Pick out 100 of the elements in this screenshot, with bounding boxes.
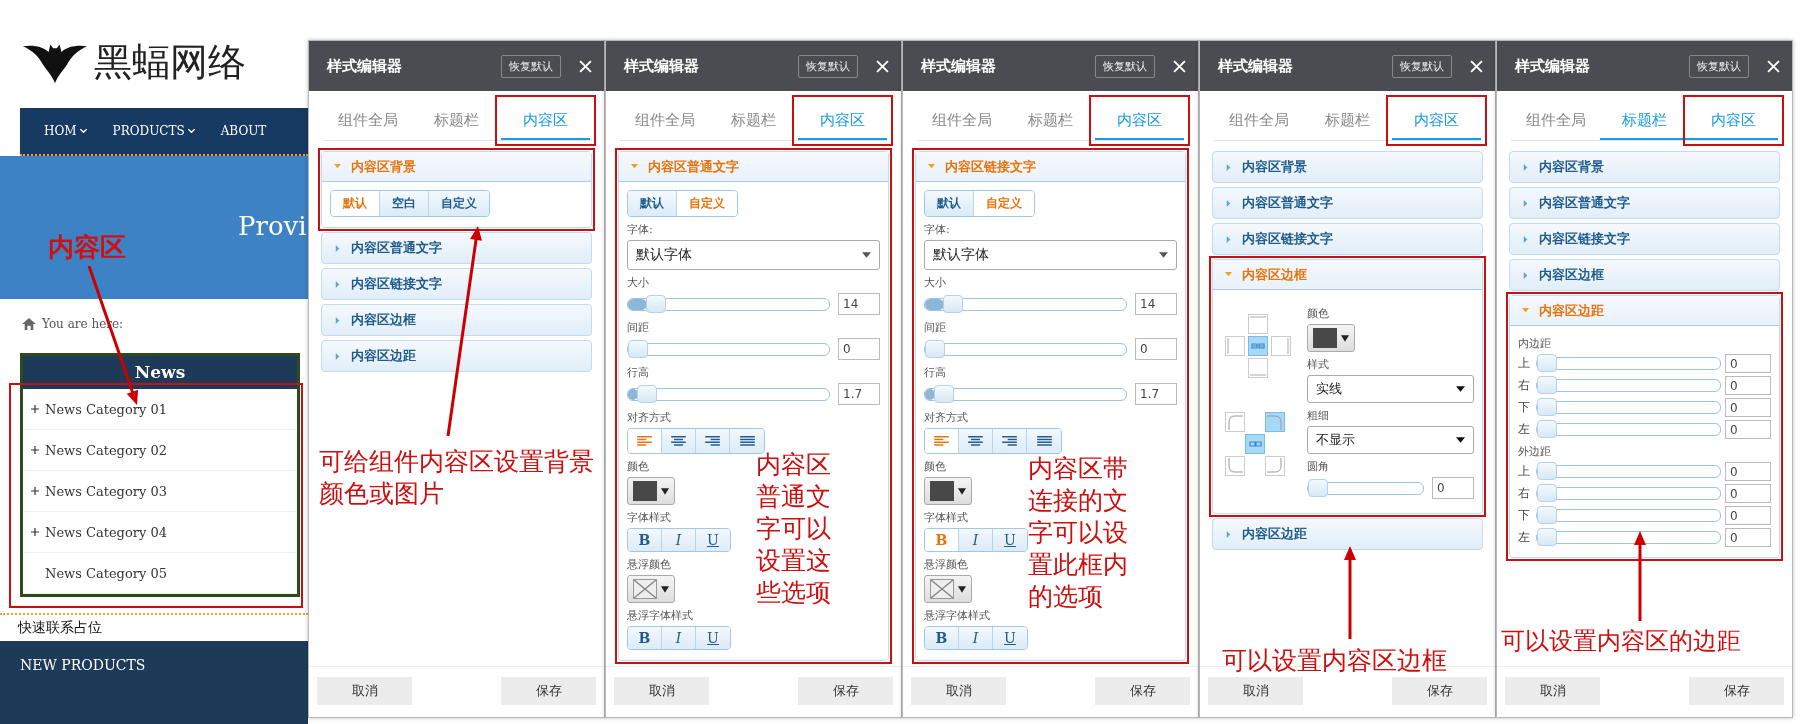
close-icon[interactable]: [1767, 59, 1780, 73]
slider-track[interactable]: [1536, 423, 1721, 436]
slider-thumb[interactable]: [1537, 462, 1557, 480]
section-header[interactable]: 内容区边框: [1510, 260, 1779, 290]
section-header[interactable]: 内容区链接文字: [1213, 224, 1482, 254]
tab[interactable]: 标题栏: [1006, 101, 1095, 140]
news-category-link[interactable]: News Category 04: [23, 512, 297, 553]
slider-thumb[interactable]: [1537, 506, 1557, 524]
value-field[interactable]: 0: [1725, 462, 1771, 481]
slider-thumb[interactable]: [636, 384, 657, 403]
option-button[interactable]: 空白: [380, 191, 429, 216]
value-field[interactable]: 0: [1432, 477, 1474, 499]
slider-track[interactable]: [627, 387, 830, 401]
slider-track[interactable]: [1536, 509, 1721, 522]
close-icon[interactable]: [579, 59, 592, 73]
save-button[interactable]: 保存: [798, 677, 893, 705]
slider-thumb[interactable]: [1537, 354, 1557, 372]
save-button[interactable]: 保存: [1095, 677, 1190, 705]
border-width-dropdown[interactable]: 不显示: [1307, 426, 1474, 454]
reset-button[interactable]: 恢复默认: [1095, 54, 1155, 78]
corner-picker-drawing[interactable]: [1225, 412, 1285, 476]
value-field[interactable]: 0: [1135, 338, 1177, 360]
cancel-button[interactable]: 取消: [1208, 677, 1303, 705]
value-field[interactable]: 1.7: [838, 383, 880, 405]
slider-track[interactable]: [1536, 465, 1721, 478]
tab[interactable]: 组件全局: [1214, 101, 1303, 140]
option-button[interactable]: 默认: [925, 191, 974, 216]
cancel-button[interactable]: 取消: [1505, 677, 1600, 705]
tab[interactable]: 组件全局: [620, 101, 709, 140]
font-dropdown[interactable]: 默认字体: [924, 240, 1177, 270]
slider-track[interactable]: [627, 297, 830, 311]
tab[interactable]: 组件全局: [323, 101, 412, 140]
save-button[interactable]: 保存: [1392, 677, 1487, 705]
slider-track[interactable]: [1536, 487, 1721, 500]
section-header[interactable]: 内容区边框: [322, 305, 591, 335]
reset-button[interactable]: 恢复默认: [501, 54, 561, 78]
reset-button[interactable]: 恢复默认: [1392, 54, 1452, 78]
slider-track[interactable]: [627, 342, 830, 356]
slider-thumb[interactable]: [1537, 376, 1557, 394]
align-button[interactable]: [959, 429, 993, 453]
border-side-picker-drawing[interactable]: [1225, 314, 1291, 378]
slider-thumb[interactable]: [1537, 420, 1557, 438]
slider-thumb[interactable]: [933, 384, 954, 403]
tab[interactable]: 标题栏: [709, 101, 798, 140]
align-button[interactable]: [925, 429, 959, 453]
nav-link[interactable]: ABOUT: [220, 124, 267, 138]
slider-thumb[interactable]: [1308, 478, 1328, 497]
option-button[interactable]: 自定义: [429, 191, 489, 216]
color-picker[interactable]: [627, 575, 675, 603]
close-icon[interactable]: [1470, 59, 1483, 73]
tab[interactable]: 标题栏: [412, 101, 501, 140]
font-style-button[interactable]: I: [959, 529, 993, 551]
cancel-button[interactable]: 取消: [614, 677, 709, 705]
border-style-dropdown[interactable]: 实线: [1307, 375, 1474, 403]
font-style-button[interactable]: U: [696, 627, 730, 649]
font-style-button[interactable]: B: [925, 627, 959, 649]
align-button[interactable]: [628, 429, 662, 453]
value-field[interactable]: 0: [1725, 484, 1771, 503]
font-style-button[interactable]: U: [993, 627, 1027, 649]
align-button[interactable]: [662, 429, 696, 453]
slider-thumb[interactable]: [925, 339, 945, 358]
color-picker[interactable]: [627, 477, 675, 505]
slider-thumb[interactable]: [1537, 398, 1557, 416]
value-field[interactable]: 0: [1725, 528, 1771, 547]
slider-track[interactable]: [1536, 379, 1721, 392]
slider-thumb[interactable]: [942, 294, 963, 313]
option-button[interactable]: 默认: [628, 191, 677, 216]
reset-button[interactable]: 恢复默认: [1689, 54, 1749, 78]
font-dropdown[interactable]: 默认字体: [627, 240, 880, 270]
font-style-button[interactable]: I: [662, 529, 696, 551]
value-field[interactable]: 14: [1135, 293, 1177, 315]
tab[interactable]: 组件全局: [1511, 101, 1600, 140]
value-field[interactable]: 0: [1725, 420, 1771, 439]
slider-thumb[interactable]: [1537, 484, 1557, 502]
cancel-button[interactable]: 取消: [317, 677, 412, 705]
slider-thumb[interactable]: [645, 294, 666, 313]
align-button[interactable]: [696, 429, 730, 453]
font-style-button[interactable]: I: [959, 627, 993, 649]
cancel-button[interactable]: 取消: [911, 677, 1006, 705]
font-style-button[interactable]: U: [696, 529, 730, 551]
section-header[interactable]: 内容区背景: [1213, 152, 1482, 182]
color-picker[interactable]: [1307, 324, 1355, 352]
font-style-button[interactable]: B: [628, 627, 662, 649]
close-icon[interactable]: [876, 59, 889, 73]
nav-link[interactable]: HOM: [44, 124, 87, 138]
slider-thumb[interactable]: [1537, 528, 1557, 546]
color-picker[interactable]: [924, 575, 972, 603]
save-button[interactable]: 保存: [501, 677, 596, 705]
value-field[interactable]: 0: [1725, 354, 1771, 373]
value-field[interactable]: 0: [1725, 398, 1771, 417]
nav-link[interactable]: PRODUCTS: [112, 124, 195, 138]
news-category-link[interactable]: News Category 05: [23, 553, 297, 594]
close-icon[interactable]: [1173, 59, 1186, 73]
section-header[interactable]: 内容区链接文字: [322, 269, 591, 299]
section-header[interactable]: 内容区边距: [322, 341, 591, 371]
align-button[interactable]: [993, 429, 1027, 453]
font-style-button[interactable]: I: [662, 627, 696, 649]
section-header[interactable]: 内容区链接文字: [1510, 224, 1779, 254]
reset-button[interactable]: 恢复默认: [798, 54, 858, 78]
value-field[interactable]: 0: [838, 338, 880, 360]
